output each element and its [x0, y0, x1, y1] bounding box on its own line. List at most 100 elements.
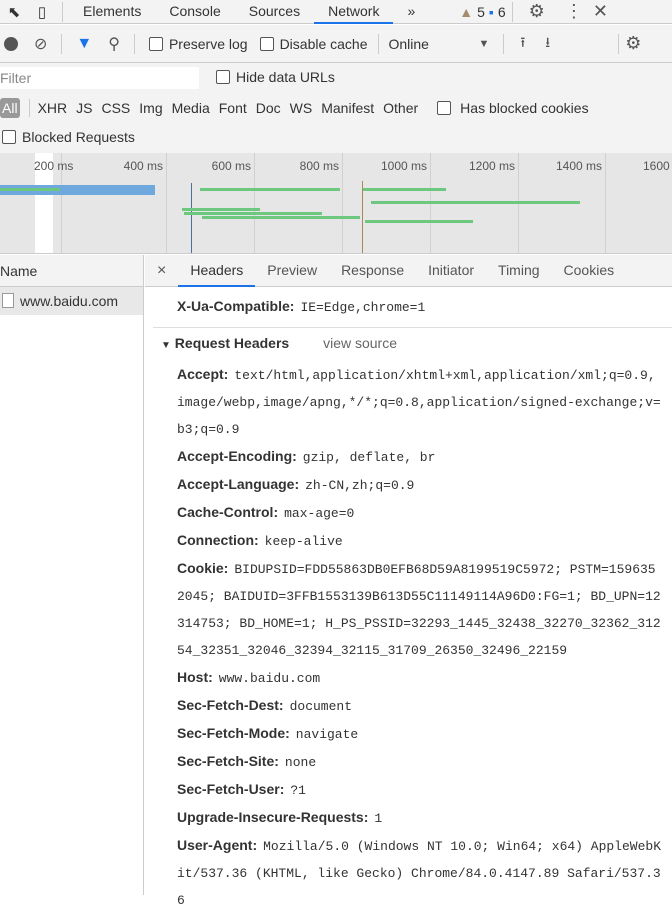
- more-tabs-button[interactable]: »: [393, 0, 429, 24]
- import-har-icon[interactable]: ⭱: [520, 32, 525, 56]
- load-line: [362, 181, 363, 253]
- filter-css[interactable]: CSS: [101, 100, 130, 116]
- tick-label: 1400 ms: [555, 159, 602, 173]
- preserve-log-checkbox[interactable]: Preserve log: [148, 35, 248, 52]
- disable-cache-label: Disable cache: [279, 35, 368, 52]
- request-row[interactable]: www.baidu.com: [0, 287, 143, 315]
- header-row: Connection: keep-alive: [177, 527, 672, 555]
- filter-img[interactable]: Img: [139, 100, 162, 116]
- filter-xhr[interactable]: XHR: [38, 100, 68, 116]
- header-row: Accept-Language: zh-CN,zh;q=0.9: [177, 471, 672, 499]
- tab-initiator[interactable]: Initiator: [416, 255, 486, 287]
- header-value: ?1: [290, 783, 306, 798]
- tab-headers[interactable]: Headers: [178, 255, 256, 287]
- header-name: Sec-Fetch-Site:: [177, 753, 279, 769]
- preserve-log-label: Preserve log: [168, 35, 248, 52]
- inspect-element-icon[interactable]: ⬉: [0, 3, 28, 21]
- tick-label: 600 ms: [211, 159, 251, 173]
- request-bar: [200, 188, 340, 191]
- filter-icon[interactable]: ▼: [76, 35, 92, 53]
- header-value: 1: [374, 811, 383, 826]
- headers-content: X-Ua-Compatible: IE=Edge,chrome=1 ▼ Reque…: [145, 293, 672, 914]
- filter-input[interactable]: Filter: [0, 67, 199, 89]
- has-blocked-cookies-label: Has blocked cookies: [460, 100, 589, 116]
- header-name: Sec-Fetch-Mode:: [177, 725, 290, 741]
- filter-ws[interactable]: WS: [290, 100, 313, 116]
- device-toolbar-icon[interactable]: ▯: [28, 3, 56, 21]
- section-title: Request Headers: [174, 335, 290, 351]
- tab-cookies[interactable]: Cookies: [552, 255, 627, 287]
- header-name: Host:: [177, 669, 213, 685]
- header-value: IE=Edge,chrome=1: [300, 300, 426, 315]
- filter-manifest[interactable]: Manifest: [321, 100, 374, 116]
- filter-media[interactable]: Media: [172, 100, 210, 116]
- request-bar: [182, 208, 260, 211]
- view-source-link[interactable]: view source: [323, 335, 397, 351]
- clear-icon[interactable]: ⊘: [34, 34, 47, 54]
- has-blocked-cookies-checkbox[interactable]: Has blocked cookies: [437, 100, 597, 116]
- message-icon[interactable]: ▪: [489, 4, 494, 20]
- filter-doc[interactable]: Doc: [256, 100, 281, 116]
- network-overview-timeline[interactable]: 200 ms 400 ms 600 ms 800 ms 1000 ms 1200…: [0, 153, 672, 254]
- header-name: Connection:: [177, 532, 259, 548]
- resource-type-filters: All XHR JS CSS Img Media Font Doc WS Man…: [0, 97, 598, 119]
- header-value: zh-CN,zh;q=0.9: [305, 478, 415, 493]
- domcontentloaded-line: [191, 183, 192, 253]
- filter-other[interactable]: Other: [383, 100, 418, 116]
- header-name: Accept-Encoding:: [177, 448, 297, 464]
- tab-timing[interactable]: Timing: [486, 255, 552, 287]
- header-row: X-Ua-Compatible: IE=Edge,chrome=1: [177, 293, 672, 321]
- record-icon[interactable]: [4, 36, 18, 51]
- tab-console[interactable]: Console: [155, 0, 234, 24]
- tab-sources[interactable]: Sources: [235, 0, 314, 24]
- more-menu-icon[interactable]: ⋮: [565, 1, 583, 22]
- filter-font[interactable]: Font: [219, 100, 247, 116]
- export-har-icon[interactable]: ⭳: [545, 32, 550, 56]
- chevron-down-icon[interactable]: ▼: [479, 38, 490, 50]
- tab-response[interactable]: Response: [329, 255, 416, 287]
- header-value: document: [289, 699, 353, 714]
- header-row: Sec-Fetch-Site: none: [177, 748, 672, 776]
- search-icon[interactable]: ⚲: [108, 34, 120, 54]
- header-name: Sec-Fetch-Dest:: [177, 697, 284, 713]
- message-count[interactable]: 6: [498, 4, 506, 20]
- header-row: Host: www.baidu.com: [177, 664, 672, 692]
- header-row: Sec-Fetch-Mode: navigate: [177, 720, 672, 748]
- header-value: text/html,application/xhtml+xml,applicat…: [177, 368, 661, 437]
- header-name: Cookie:: [177, 560, 229, 576]
- header-name: Accept-Language:: [177, 476, 300, 492]
- close-details-button[interactable]: ×: [145, 255, 178, 287]
- tick-label: 1200 ms: [468, 159, 515, 173]
- header-value: navigate: [295, 727, 359, 742]
- hide-data-urls-checkbox[interactable]: Hide data URLs: [216, 69, 335, 85]
- blocked-requests-checkbox[interactable]: Blocked Requests: [2, 129, 135, 145]
- name-column-header[interactable]: Name: [0, 255, 143, 287]
- filter-all[interactable]: All: [0, 98, 20, 118]
- disable-cache-checkbox[interactable]: Disable cache: [259, 35, 368, 52]
- header-row: Sec-Fetch-Dest: document: [177, 692, 672, 720]
- warning-count[interactable]: 5: [477, 4, 485, 20]
- tick-label: 200 ms: [34, 159, 74, 173]
- header-row: Sec-Fetch-User: ?1: [177, 776, 672, 804]
- header-value: keep-alive: [264, 534, 343, 549]
- settings-icon[interactable]: ⚙: [529, 1, 545, 22]
- close-icon[interactable]: ✕: [593, 1, 608, 22]
- header-name: User-Agent:: [177, 837, 258, 853]
- request-headers-section[interactable]: ▼ Request Headers view source: [153, 327, 672, 361]
- header-name: Sec-Fetch-User:: [177, 781, 285, 797]
- tab-network[interactable]: Network: [314, 0, 394, 24]
- tab-preview[interactable]: Preview: [255, 255, 329, 287]
- header-value: gzip, deflate, br: [302, 450, 436, 465]
- network-settings-icon[interactable]: ⚙: [625, 33, 641, 54]
- tick-label: 400 ms: [123, 159, 163, 173]
- tick-label: 1000 ms: [380, 159, 427, 173]
- tab-elements[interactable]: Elements: [69, 0, 155, 24]
- warning-icon[interactable]: ▲: [459, 4, 473, 20]
- blocked-requests-label: Blocked Requests: [22, 129, 135, 145]
- hide-data-urls-label: Hide data URLs: [236, 69, 335, 85]
- filter-js[interactable]: JS: [76, 100, 92, 116]
- request-bar: [184, 212, 322, 215]
- throttling-select[interactable]: Online: [389, 36, 479, 52]
- request-bar: [0, 188, 60, 191]
- header-value: max-age=0: [284, 506, 355, 521]
